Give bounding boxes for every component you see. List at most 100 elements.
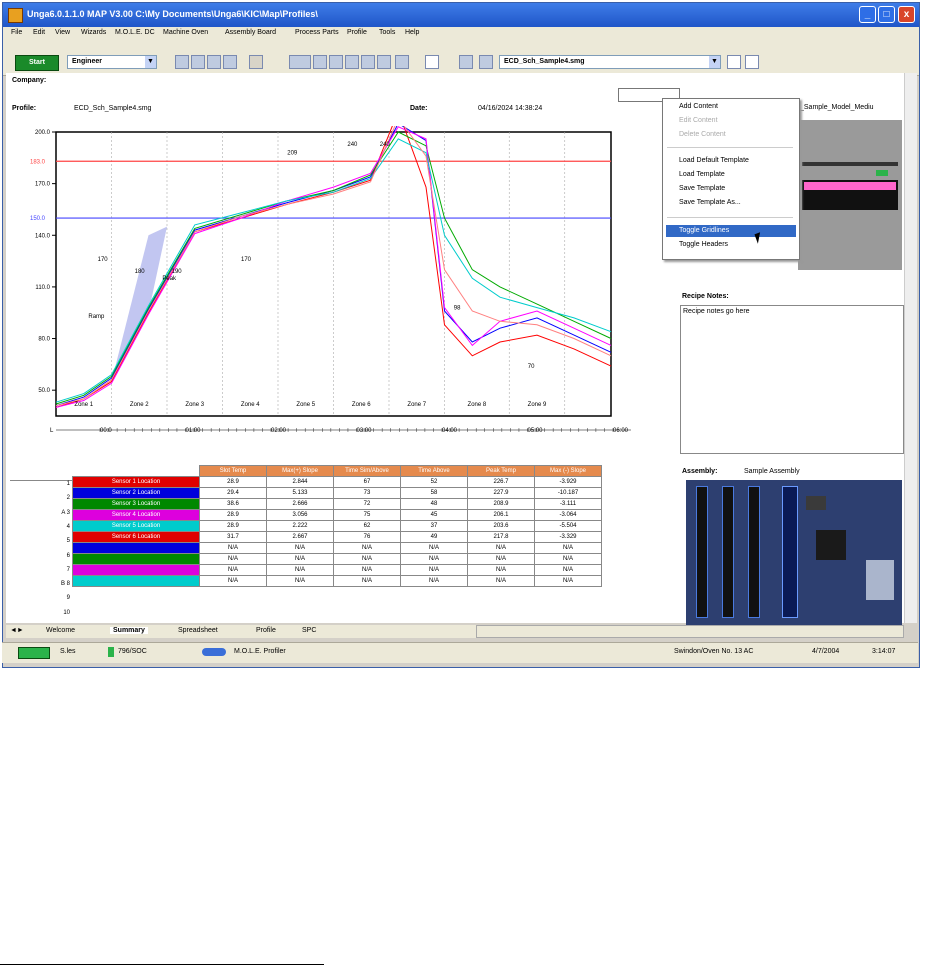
table-cell: 45 <box>400 509 468 521</box>
table-cell: N/A <box>534 575 602 587</box>
menu-save-template[interactable]: Save Template <box>679 185 725 192</box>
print-icon[interactable] <box>207 55 221 69</box>
tab-spreadsheet[interactable]: Spreadsheet <box>178 627 218 634</box>
oven-image <box>798 120 902 270</box>
vertical-scrollbar[interactable] <box>904 73 917 623</box>
context-menu: Add Content Edit Content Delete Content … <box>662 98 800 260</box>
table-cell: 2.222 <box>266 520 334 532</box>
minimize-button[interactable]: _ <box>859 6 876 23</box>
oven-tool-icon[interactable] <box>289 55 311 69</box>
toggle-icon <box>202 648 226 656</box>
status-s2: 796/SOC <box>118 648 147 655</box>
menu-tools[interactable]: Tools <box>379 29 395 36</box>
menu-add-content[interactable]: Add Content <box>679 103 718 110</box>
x-tick-label: 03:00 <box>357 428 373 434</box>
table-cell: 2.844 <box>266 476 334 488</box>
start-button[interactable]: Start <box>15 55 59 71</box>
chart-icon[interactable] <box>377 55 391 69</box>
chevron-down-icon[interactable]: ▼ <box>145 56 156 68</box>
menu-edit[interactable]: Edit <box>33 29 45 36</box>
menu-save-template-as[interactable]: Save Template As... <box>679 199 741 206</box>
menu-help[interactable]: Help <box>405 29 419 36</box>
properties-icon[interactable] <box>459 55 473 69</box>
table-cell: 29.4 <box>199 487 267 499</box>
y-tick-label: 110.0 <box>35 285 50 291</box>
horizontal-scrollbar[interactable] <box>476 625 904 638</box>
maximize-button[interactable]: □ <box>878 6 895 23</box>
profile-combo[interactable]: ECD_Sch_Sample4.smg ▼ <box>499 55 721 69</box>
table-row: N/A N/A N/A N/A N/A N/A <box>72 542 602 554</box>
table-row: Sensor 2 Location 29.4 5.133 73 58 227.9 -10.1… <box>72 487 602 499</box>
tab-profile[interactable]: Profile <box>256 627 276 634</box>
sensor-name-cell[interactable]: Sensor 5 Location <box>72 520 200 532</box>
table-cell: N/A <box>534 542 602 554</box>
tab-spc[interactable]: SPC <box>302 627 316 634</box>
menu-wizards[interactable]: Wizards <box>81 29 106 36</box>
status-s6: 3:14:07 <box>872 648 896 655</box>
assembly-value: Sample Assembly <box>744 468 800 475</box>
user-level-combo[interactable]: Engineer ▼ <box>67 55 157 69</box>
menu-toggle-gridlines[interactable]: Toggle Gridlines <box>679 227 729 234</box>
status-s4: Swindon/Oven No. 13 AC <box>674 648 754 655</box>
zone-label: Zone 2 <box>130 402 149 408</box>
save-icon[interactable] <box>191 55 205 69</box>
table-cell: 203.6 <box>467 520 535 532</box>
pin-icon[interactable] <box>727 55 741 69</box>
table-icon[interactable] <box>395 55 409 69</box>
table-cell: N/A <box>199 564 267 576</box>
x-tick-label: 01:00 <box>186 428 202 434</box>
add-icon[interactable] <box>479 55 493 69</box>
menu-process-parts[interactable]: Process Parts <box>295 29 339 36</box>
model-label: _Sample_Model_Mediu <box>800 104 874 111</box>
sensor-name-cell[interactable] <box>72 575 200 587</box>
menu-mole-dc[interactable]: M.O.L.E. DC <box>115 29 155 36</box>
help-icon[interactable] <box>425 55 439 69</box>
table-header: Time Above <box>400 465 468 477</box>
chart-annotation: Ramp <box>88 314 105 320</box>
tab-summary[interactable]: Summary <box>110 627 148 634</box>
menu-assembly-board[interactable]: Assembly Board <box>225 29 276 36</box>
sensor-index: 6 <box>66 552 70 559</box>
title-bar[interactable]: Unga6.0.1.1.0 MAP V3.00 C:\My Documents\… <box>3 3 919 27</box>
open-icon[interactable] <box>175 55 189 69</box>
sensor-name-cell[interactable] <box>72 553 200 565</box>
tab-welcome[interactable]: Welcome <box>46 627 75 634</box>
sensor-index: 10 <box>63 609 70 616</box>
menu-profile[interactable]: Profile <box>347 29 367 36</box>
table-cell: 2.666 <box>266 498 334 510</box>
table-cell: N/A <box>333 553 401 565</box>
menu-load-default-template[interactable]: Load Default Template <box>679 157 749 164</box>
sensor-name-cell[interactable]: Sensor 4 Location <box>72 509 200 521</box>
chart-annotation: 180 <box>135 269 146 275</box>
sensor-name-cell[interactable] <box>72 564 200 576</box>
tab-scroll-icon[interactable]: ◄► <box>10 627 24 634</box>
y-tick-label: 50.0 <box>38 388 50 394</box>
align-icon[interactable] <box>361 55 375 69</box>
grid-icon[interactable] <box>345 55 359 69</box>
recipe-notes-label: Recipe Notes: <box>682 293 729 300</box>
chevron-down-icon[interactable]: ▼ <box>709 56 720 68</box>
menu-file[interactable]: File <box>11 29 22 36</box>
menu-load-template[interactable]: Load Template <box>679 171 725 178</box>
menu-machine-oven[interactable]: Machine Oven <box>163 29 208 36</box>
hourglass-icon[interactable] <box>745 55 759 69</box>
chart-annotation: 240 <box>380 142 391 148</box>
y-tick-label: 200.0 <box>35 130 51 136</box>
table-cell: -3.329 <box>534 531 602 543</box>
close-button[interactable]: x <box>898 6 915 23</box>
export-icon[interactable] <box>223 55 237 69</box>
sensor-name-cell[interactable]: Sensor 2 Location <box>72 487 200 499</box>
menu-view[interactable]: View <box>55 29 70 36</box>
zoom-icon[interactable] <box>313 55 327 69</box>
zone-label: Zone 8 <box>468 402 487 408</box>
sensor-name-cell[interactable]: Sensor 6 Location <box>72 531 200 543</box>
profile-chart: 200.0 170.0 140.0 110.0 80.0 50.0 L 00:0 01:00 0… <box>30 126 631 434</box>
sensor-name-cell[interactable]: Sensor 1 Location <box>72 476 200 488</box>
table-cell: 75 <box>333 509 401 521</box>
sensor-name-cell[interactable]: Sensor 3 Location <box>72 498 200 510</box>
table-cell: N/A <box>333 575 401 587</box>
menu-toggle-headers[interactable]: Toggle Headers <box>679 241 728 248</box>
sensor-name-cell[interactable] <box>72 542 200 554</box>
layout-icon[interactable] <box>329 55 343 69</box>
recipe-notes-field[interactable]: Recipe notes go here <box>680 305 904 454</box>
